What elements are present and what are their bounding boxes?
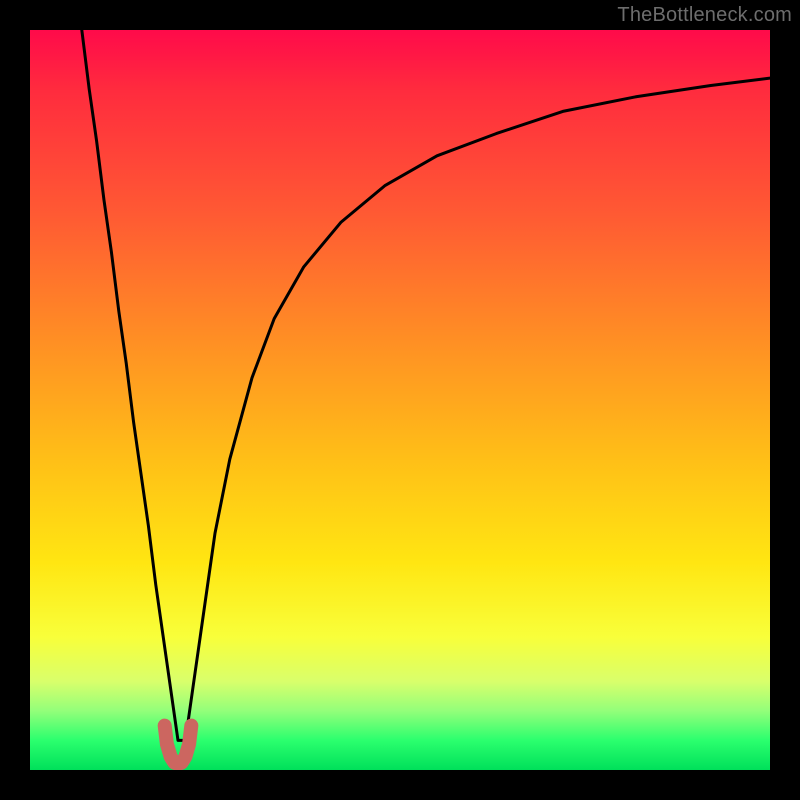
curve-layer (30, 30, 770, 770)
chart-stage: TheBottleneck.com (0, 0, 800, 800)
plot-area (30, 30, 770, 770)
watermark-text: TheBottleneck.com (617, 4, 792, 27)
bottleneck-curve (82, 30, 770, 740)
